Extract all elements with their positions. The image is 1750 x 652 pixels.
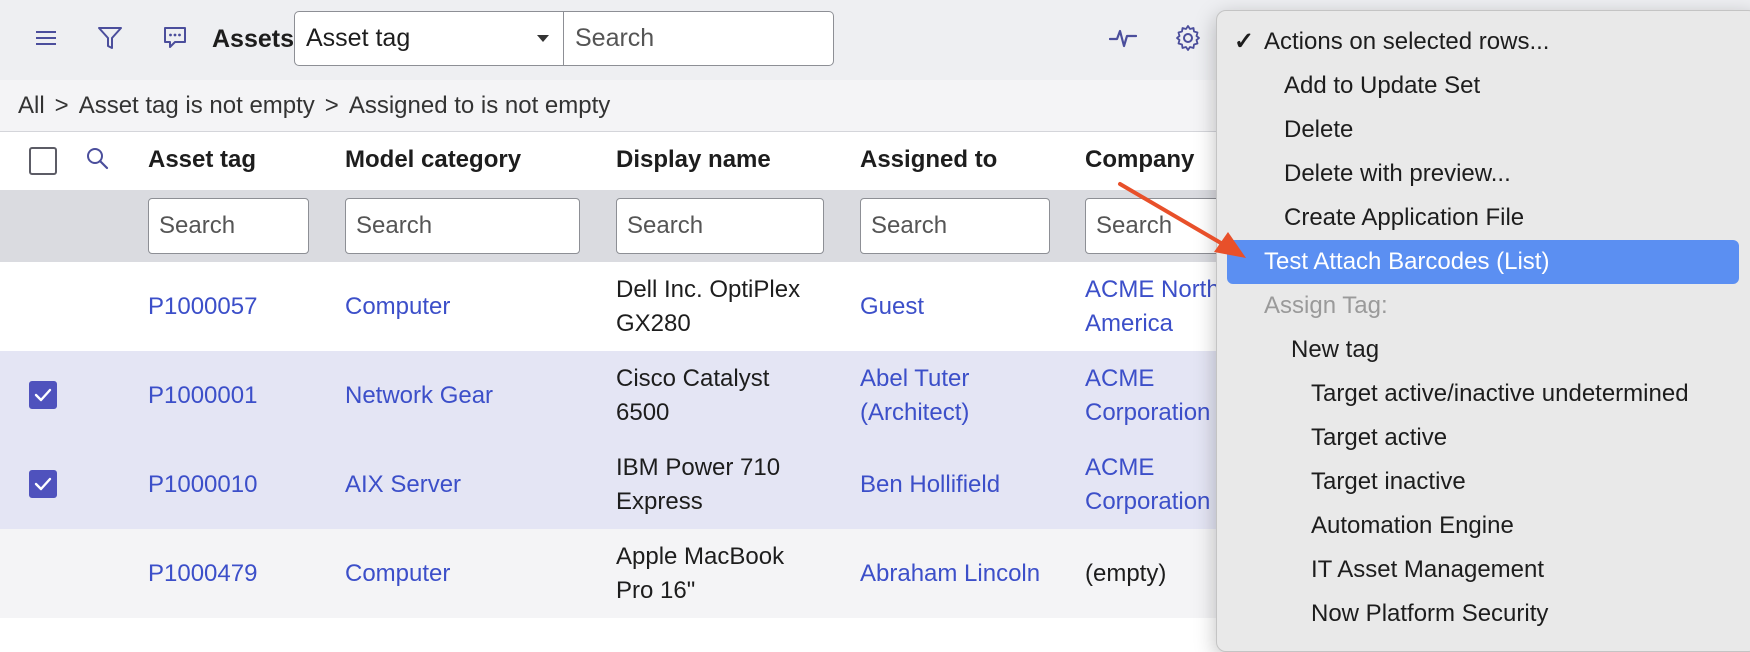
menu-item-target-inactive[interactable]: Target inactive <box>1311 466 1466 498</box>
annotation-arrow-icon <box>1118 182 1246 258</box>
context-menu: ✓ Actions on selected rows... Add to Upd… <box>1216 10 1750 652</box>
row-checkbox[interactable] <box>29 470 57 498</box>
column-header-asset-tag[interactable]: Asset tag <box>148 146 256 174</box>
header-search-input[interactable] <box>564 11 834 66</box>
column-header-assigned-to[interactable]: Assigned to <box>860 146 997 174</box>
menu-item-target-active[interactable]: Target active <box>1311 422 1447 454</box>
breadcrumb-item-all[interactable]: All <box>18 92 45 120</box>
menu-item-create-application-file[interactable]: Create Application File <box>1284 202 1524 234</box>
gear-icon[interactable] <box>1172 22 1204 54</box>
display-name-cell: IBM Power 710 Express <box>616 451 780 519</box>
model-category-search-input[interactable] <box>345 198 580 254</box>
checkmark-icon: ✓ <box>1234 28 1255 55</box>
assigned-to-search-input[interactable] <box>860 198 1050 254</box>
display-name-cell: Dell Inc. OptiPlex GX280 <box>616 273 800 341</box>
asset-tag-link[interactable]: P1000479 <box>148 557 257 591</box>
display-name-cell: Cisco Catalyst 6500 <box>616 362 769 430</box>
company-line: Corporation <box>1085 487 1211 515</box>
field-select[interactable]: Asset tag <box>294 11 564 66</box>
column-header-company[interactable]: Company <box>1085 146 1194 174</box>
menu-item-target-undetermined[interactable]: Target active/inactive undetermined <box>1311 378 1689 410</box>
company-line: ACME North <box>1085 275 1220 303</box>
row-checkbox[interactable] <box>29 381 57 409</box>
breadcrumb-item-asset-tag[interactable]: Asset tag is not empty <box>79 92 315 120</box>
breadcrumb-item-assigned-to[interactable]: Assigned to is not empty <box>349 92 610 120</box>
chat-icon[interactable] <box>159 22 191 54</box>
menu-item-test-attach-barcodes[interactable]: Test Attach Barcodes (List) <box>1264 246 1549 278</box>
asset-tag-link[interactable]: P1000001 <box>148 379 257 413</box>
list-title: Assets <box>212 25 294 53</box>
breadcrumb-separator: > <box>54 91 69 119</box>
assigned-to-link[interactable]: Abraham Lincoln <box>860 557 1040 591</box>
search-icon[interactable] <box>84 145 110 176</box>
display-name-line: Apple MacBook <box>616 542 785 570</box>
model-category-link[interactable]: Computer <box>345 557 450 591</box>
asset-tag-link[interactable]: P1000010 <box>148 468 257 502</box>
checkmark-icon <box>34 477 52 491</box>
filter-icon[interactable] <box>94 22 126 54</box>
column-header-display-name[interactable]: Display name <box>616 146 771 174</box>
display-name-line: Express <box>616 487 703 515</box>
menu-item-new-tag[interactable]: New tag <box>1291 334 1379 366</box>
assigned-to-link[interactable]: Guest <box>860 290 924 324</box>
model-category-link[interactable]: Computer <box>345 290 450 324</box>
company-link[interactable]: ACME North America <box>1085 273 1220 341</box>
assigned-to-link[interactable]: Ben Hollifield <box>860 468 1000 502</box>
display-name-line: Cisco Catalyst <box>616 364 770 392</box>
menu-item-delete-with-preview[interactable]: Delete with preview... <box>1284 158 1511 190</box>
company-line: ACME <box>1085 453 1155 481</box>
display-name-line: Pro 16" <box>616 576 696 604</box>
checkmark-icon <box>34 388 52 402</box>
caret-down-icon <box>537 35 549 42</box>
menu-item-it-asset-management[interactable]: IT Asset Management <box>1311 554 1544 586</box>
display-name-line: IBM Power 710 <box>616 453 781 481</box>
menu-item-now-platform-security[interactable]: Now Platform Security <box>1311 598 1548 630</box>
assigned-to-link[interactable]: Abel Tuter (Architect) <box>860 362 969 430</box>
model-category-link[interactable]: AIX Server <box>345 468 461 502</box>
column-header-model-category[interactable]: Model category <box>345 146 521 174</box>
company-link[interactable]: ACME Corporation <box>1085 451 1210 519</box>
menu-item-delete[interactable]: Delete <box>1284 114 1353 146</box>
company-line: America <box>1085 309 1174 337</box>
display-name-line: GX280 <box>616 309 691 337</box>
breadcrumb-separator: > <box>324 91 339 119</box>
assigned-to-line: Abel Tuter <box>860 364 970 392</box>
asset-tag-search-input[interactable] <box>148 198 309 254</box>
select-all-checkbox[interactable] <box>29 147 57 175</box>
company-empty: (empty) <box>1085 559 1167 587</box>
menu-item-add-to-update-set[interactable]: Add to Update Set <box>1284 70 1480 102</box>
company-line: Corporation <box>1085 398 1211 426</box>
display-name-cell: Apple MacBook Pro 16" <box>616 540 784 608</box>
display-name-search-input[interactable] <box>616 198 824 254</box>
hamburger-icon[interactable] <box>30 22 62 54</box>
field-select-value: Asset tag <box>306 24 411 52</box>
activity-icon[interactable] <box>1107 22 1139 54</box>
display-name-line: Dell Inc. OptiPlex <box>616 275 801 303</box>
assigned-to-line: (Architect) <box>860 398 970 426</box>
model-category-link[interactable]: Network Gear <box>345 379 493 413</box>
menu-item-actions-on-selected-rows[interactable]: Actions on selected rows... <box>1264 26 1549 58</box>
display-name-line: 6500 <box>616 398 670 426</box>
company-link[interactable]: ACME Corporation <box>1085 362 1210 430</box>
menu-section-assign-tag: Assign Tag: <box>1264 292 1388 319</box>
company-line: ACME <box>1085 364 1155 392</box>
asset-tag-link[interactable]: P1000057 <box>148 290 257 324</box>
menu-item-automation-engine[interactable]: Automation Engine <box>1311 510 1514 542</box>
